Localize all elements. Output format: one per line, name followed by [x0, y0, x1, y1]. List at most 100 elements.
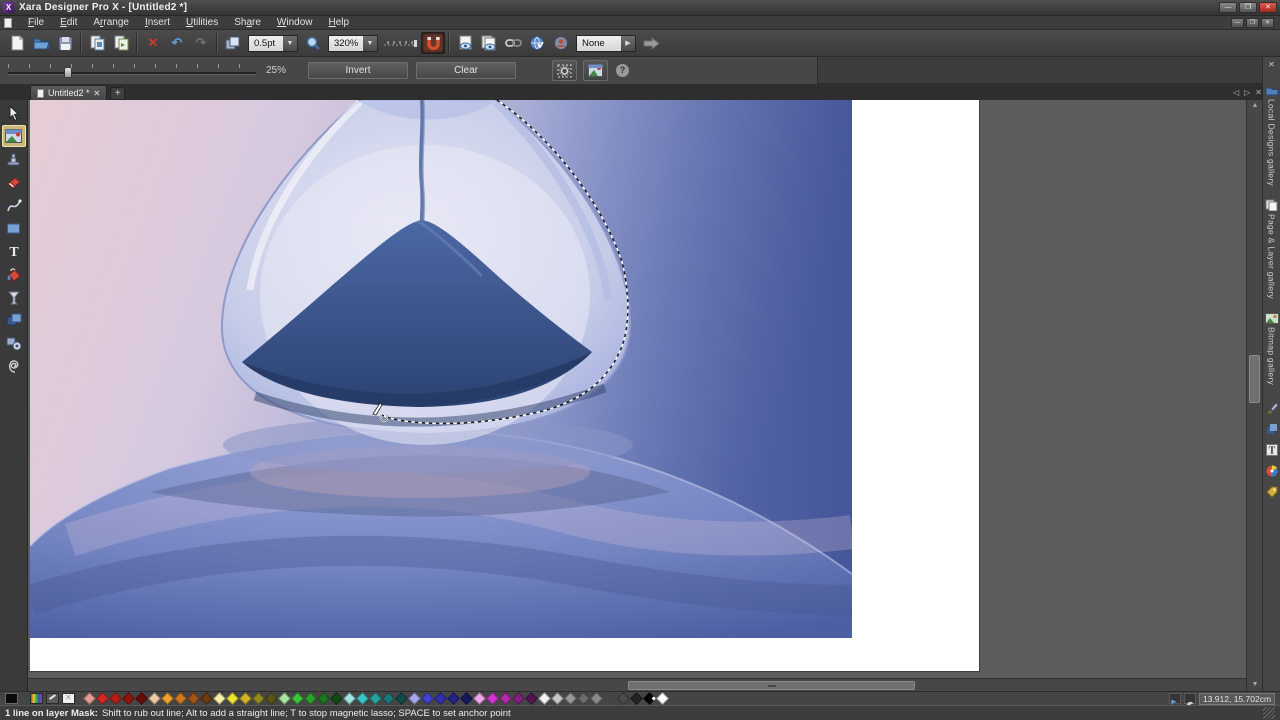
zoom-level-combo[interactable]: 320% ▼	[328, 35, 378, 52]
gallery-tab-local-designs-gallery[interactable]: Local Designs gallery	[1265, 83, 1279, 186]
chevron-icon[interactable]: ▶	[621, 36, 635, 51]
menu-arrange[interactable]: Arrange	[85, 16, 137, 30]
slider-handle[interactable]	[64, 67, 72, 78]
menu-help[interactable]: Help	[321, 16, 358, 30]
preview-all-pages-icon[interactable]	[477, 32, 501, 54]
gallery-tab-bitmap-gallery[interactable]: Bitmap gallery	[1265, 311, 1279, 385]
new-document-icon[interactable]	[5, 32, 29, 54]
color-swatch[interactable]	[330, 692, 343, 705]
eraser-tool[interactable]	[2, 171, 26, 193]
selector-tool[interactable]	[2, 102, 26, 124]
color-swatch[interactable]	[135, 692, 148, 705]
blend-tool[interactable]	[2, 332, 26, 354]
color-swatch[interactable]	[434, 692, 447, 705]
photo-mask-tool[interactable]	[2, 125, 26, 147]
color-swatch[interactable]	[577, 692, 590, 705]
apply-arrow-icon[interactable]	[639, 32, 663, 54]
menu-share[interactable]: Share	[226, 16, 269, 30]
menu-utilities[interactable]: Utilities	[178, 16, 226, 30]
color-swatch[interactable]	[213, 692, 226, 705]
mask-bitmap-button[interactable]	[583, 60, 608, 81]
color-swatch[interactable]	[174, 692, 187, 705]
fill-tool[interactable]	[2, 263, 26, 285]
tab-close-icon[interactable]: ✕	[94, 89, 101, 98]
color-swatch[interactable]	[96, 692, 109, 705]
vertical-scrollbar-thumb[interactable]	[1249, 355, 1260, 403]
shape-builder-tool[interactable]	[2, 309, 26, 331]
clipart-icon[interactable]	[1265, 485, 1278, 498]
color-swatch[interactable]	[473, 692, 486, 705]
menu-file[interactable]: File	[20, 16, 52, 30]
shapes-icon[interactable]	[1265, 422, 1278, 435]
color-swatch[interactable]	[421, 692, 434, 705]
import-icon[interactable]	[85, 32, 109, 54]
color-swatch[interactable]	[161, 692, 174, 705]
color-editor-icon[interactable]	[30, 693, 43, 704]
minimize-button[interactable]: —	[1219, 2, 1237, 13]
color-swatch[interactable]	[252, 692, 265, 705]
color-swatch[interactable]	[564, 692, 577, 705]
doc-close-button[interactable]: ✕	[1261, 18, 1274, 28]
color-swatch[interactable]	[538, 692, 551, 705]
transparency-tool[interactable]	[2, 286, 26, 308]
snap-indicator-icon[interactable]	[1169, 693, 1181, 704]
color-swatch[interactable]	[408, 692, 421, 705]
help-icon[interactable]: ?	[616, 64, 629, 77]
maximize-button[interactable]: ❐	[1239, 2, 1257, 13]
color-swatch[interactable]	[630, 692, 643, 705]
current-color-swatch[interactable]	[5, 693, 18, 704]
color-swatch[interactable]	[656, 692, 669, 705]
color-swatch[interactable]	[343, 692, 356, 705]
color-swatch[interactable]	[525, 692, 538, 705]
rectangle-tool[interactable]	[2, 217, 26, 239]
live-drag-icon[interactable]	[1184, 693, 1196, 704]
magnetic-lasso-icon[interactable]	[421, 32, 445, 54]
tab-next-icon[interactable]: ▷	[1244, 88, 1250, 97]
fonts-icon[interactable]: T	[1265, 443, 1278, 456]
save-icon[interactable]	[53, 32, 77, 54]
color-swatch[interactable]	[148, 692, 161, 705]
tab-close-all-icon[interactable]: ✕	[1255, 88, 1262, 97]
color-picker-icon[interactable]	[46, 693, 59, 704]
clear-button[interactable]: Clear	[416, 62, 516, 79]
zoom-tool-icon[interactable]	[301, 32, 325, 54]
close-button[interactable]: ✕	[1259, 2, 1277, 13]
undo-icon[interactable]: ↶	[165, 32, 189, 54]
color-swatch[interactable]	[447, 692, 460, 705]
color-swatch[interactable]	[187, 692, 200, 705]
export-icon[interactable]	[109, 32, 133, 54]
vertical-scrollbar[interactable]: ▲ ▼	[1246, 100, 1262, 691]
color-swatch[interactable]	[382, 692, 395, 705]
color-swatch[interactable]	[512, 692, 525, 705]
menu-insert[interactable]: Insert	[137, 16, 178, 30]
color-swatch[interactable]	[278, 692, 291, 705]
scroll-up-icon[interactable]: ▲	[1247, 100, 1263, 112]
new-tab-button[interactable]: +	[110, 87, 125, 100]
color-swatch[interactable]	[460, 692, 473, 705]
canvas-area[interactable]	[28, 100, 1246, 678]
hourglass-photo[interactable]	[30, 100, 852, 638]
color-swatch[interactable]	[265, 692, 278, 705]
brush-icon[interactable]	[1265, 401, 1278, 414]
doc-restore-button[interactable]: ❐	[1246, 18, 1259, 28]
open-icon[interactable]	[29, 32, 53, 54]
resize-grip[interactable]	[1263, 707, 1275, 719]
color-swatch[interactable]	[643, 692, 656, 705]
chevron-down-icon[interactable]: ▼	[363, 36, 377, 51]
clone-tool[interactable]	[2, 148, 26, 170]
line-width-combo[interactable]: 0.5pt ▼	[248, 35, 298, 52]
duplicate-icon[interactable]	[221, 32, 245, 54]
color-swatch[interactable]	[356, 692, 369, 705]
scroll-down-icon[interactable]: ▼	[1247, 679, 1263, 691]
region-settings-button[interactable]	[552, 60, 577, 81]
freehand-tool[interactable]	[2, 194, 26, 216]
color-swatch[interactable]	[226, 692, 239, 705]
color-swatch[interactable]	[200, 692, 213, 705]
preview-page-icon[interactable]	[453, 32, 477, 54]
color-swatch[interactable]	[499, 692, 512, 705]
color-swatch[interactable]	[83, 692, 96, 705]
color-swatch[interactable]	[551, 692, 564, 705]
gallery-tab-page-layer-gallery[interactable]: Page & Layer gallery	[1265, 198, 1279, 299]
color-swatch[interactable]	[369, 692, 382, 705]
invert-button[interactable]: Invert	[308, 62, 408, 79]
